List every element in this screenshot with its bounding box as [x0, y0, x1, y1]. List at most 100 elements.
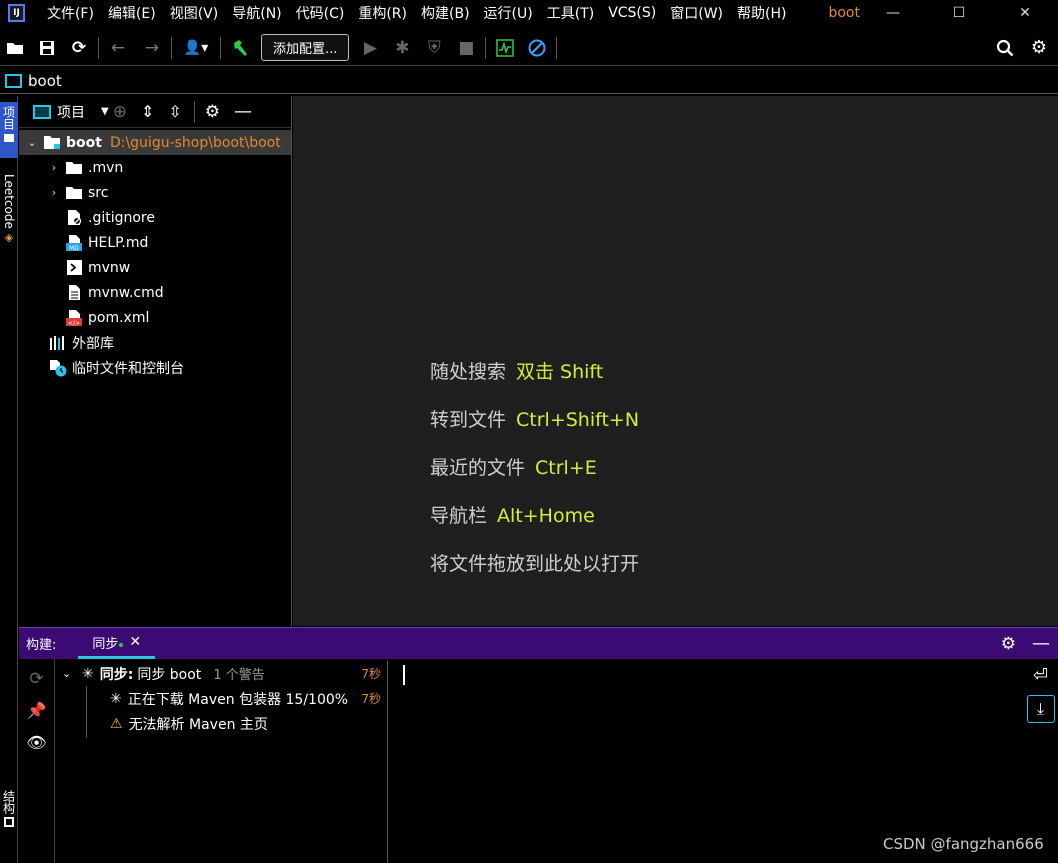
tree-item-external-libraries[interactable]: 外部库 — [19, 330, 291, 355]
tree-item-label: mvnw.cmd — [88, 284, 164, 301]
collapse-all-icon[interactable]: ⇳ — [168, 102, 181, 121]
tree-item-label: mvnw — [88, 259, 131, 276]
tree-item-label: src — [88, 184, 109, 201]
tree-item-mvnw[interactable]: mvnw — [19, 255, 291, 280]
menu-build[interactable]: 构建(B) — [421, 3, 470, 23]
coverage-icon[interactable]: ⛨ — [421, 35, 447, 61]
leetcode-tab-label: Leetcode — [2, 174, 16, 229]
scroll-to-end-icon[interactable]: ⤓ — [1026, 695, 1055, 723]
rerun-icon[interactable]: ⟳ — [29, 669, 43, 701]
app-logo-icon: IJ — [8, 4, 25, 22]
tree-item-pom-xml[interactable]: </> pom.xml — [19, 305, 291, 330]
warning-triangle-icon: ⚠ — [110, 715, 123, 732]
menu-edit[interactable]: 编辑(E) — [108, 3, 156, 23]
chevron-right-icon[interactable]: › — [47, 186, 61, 199]
menu-file[interactable]: 文件(F) — [47, 3, 94, 23]
forward-arrow-icon[interactable]: → — [139, 35, 165, 61]
chevron-down-icon[interactable]: ⌄ — [25, 136, 39, 149]
chevron-down-icon[interactable]: ⌄ — [62, 667, 76, 680]
download-row[interactable]: ✳ 正在下载 Maven 包装器 15/100% 7秒 — [56, 686, 387, 711]
stop-icon[interactable]: ■ — [453, 35, 479, 61]
search-icon[interactable] — [992, 35, 1018, 61]
menu-code[interactable]: 代码(C) — [296, 3, 345, 23]
build-hammer-icon[interactable] — [227, 35, 253, 61]
left-tool-strip: 项目 Leetcode ◈ 结构 — [0, 96, 18, 863]
toolbar-separator — [98, 36, 99, 59]
main-toolbar: ⟳ ← → 👤▾ 添加配置... ▶ ✱ ⛨ ■ ⚙ — [0, 30, 1058, 66]
close-tab-icon[interactable]: ✕ — [129, 634, 141, 650]
tree-item-mvn[interactable]: › .mvn — [19, 155, 291, 180]
warning-row[interactable]: ⚠ 无法解析 Maven 主页 — [56, 711, 387, 736]
menu-window[interactable]: 窗口(W) — [670, 3, 723, 23]
open-folder-icon[interactable] — [2, 35, 28, 61]
close-window-button[interactable]: ✕ — [992, 5, 1058, 21]
panel-hide-icon[interactable]: — — [234, 101, 252, 122]
profiler-icon[interactable] — [492, 35, 518, 61]
back-arrow-icon[interactable]: ← — [105, 35, 131, 61]
toolbar-separator — [220, 36, 221, 59]
warning-count: 1 个警告 — [213, 668, 265, 683]
svg-text:MD: MD — [69, 245, 79, 251]
tree-item-label: .gitignore — [88, 209, 155, 226]
refresh-icon[interactable]: ⟳ — [66, 35, 92, 61]
sync-bold-label: 同步: — [99, 666, 134, 683]
libraries-icon — [49, 334, 67, 352]
menu-run[interactable]: 运行(U) — [484, 3, 533, 23]
user-dropdown-icon[interactable]: 👤▾ — [178, 35, 214, 61]
tree-item-help-md[interactable]: MD HELP.md — [19, 230, 291, 255]
soft-wrap-icon[interactable]: ⏎ — [1033, 665, 1048, 695]
breadcrumb-project[interactable]: boot — [28, 72, 62, 90]
pin-icon[interactable]: 📌 — [27, 701, 47, 733]
navigation-bar: boot — [0, 68, 1058, 94]
hint-shortcut: Alt+Home — [497, 505, 595, 527]
settings-gear-icon[interactable]: ⚙ — [1026, 35, 1052, 61]
sync-root-row[interactable]: ⌄ ✳ 同步: 同步 boot 1 个警告 7秒 — [56, 661, 387, 686]
leetcode-icon: ◈ — [4, 230, 14, 244]
menu-view[interactable]: 视图(V) — [170, 3, 219, 23]
run-icon[interactable]: ▶ — [357, 35, 383, 61]
module-folder-icon — [43, 134, 61, 152]
save-icon[interactable] — [34, 35, 60, 61]
project-view-selector[interactable]: 项目 — [57, 102, 85, 122]
tree-item-scratches[interactable]: 临时文件和控制台 — [19, 355, 291, 380]
build-panel-body: ⟳ 📌 👁 ⌄ ✳ 同步: 同步 boot 1 个警告 7秒 ✳ 正在下载 Ma… — [19, 659, 1058, 863]
structure-icon — [4, 817, 14, 827]
tree-item-src[interactable]: › src — [19, 180, 291, 205]
root-name: boot — [66, 134, 102, 151]
build-hide-icon[interactable]: — — [1032, 633, 1050, 654]
chevron-right-icon[interactable]: › — [47, 161, 61, 174]
view-dropdown-icon[interactable]: ▼ — [101, 106, 109, 117]
maximize-button[interactable]: ☐ — [926, 5, 992, 21]
menu-refactor[interactable]: 重构(R) — [358, 3, 407, 23]
menu-navigate[interactable]: 导航(N) — [232, 3, 281, 23]
panel-settings-gear-icon[interactable]: ⚙ — [205, 102, 220, 122]
editor-empty-area[interactable]: 随处搜索 双击 Shift 转到文件 Ctrl+Shift+N 最近的文件 Ctrl+… — [293, 96, 1058, 626]
hint-label: 最近的文件 — [430, 457, 526, 479]
sync-tree: ⌄ ✳ 同步: 同步 boot 1 个警告 7秒 ✳ 正在下载 Maven 包装… — [56, 661, 388, 863]
menu-vcs[interactable]: VCS(S) — [608, 5, 656, 21]
minimize-button[interactable]: — — [860, 5, 926, 21]
tree-root-row[interactable]: ⌄ boot D:\guigu-shop\boot\boot — [19, 130, 291, 155]
locate-target-icon[interactable]: ⊕ — [113, 102, 127, 122]
leetcode-tool-tab[interactable]: Leetcode ◈ — [0, 174, 18, 244]
build-console[interactable] — [389, 659, 1019, 863]
expand-all-icon[interactable]: ⇕ — [141, 102, 154, 121]
tree-item-mvnw-cmd[interactable]: mvnw.cmd — [19, 280, 291, 305]
hint-label: 转到文件 — [430, 409, 507, 431]
tab-sync[interactable]: 同步 ✕ — [78, 628, 156, 659]
debug-icon[interactable]: ✱ — [389, 35, 415, 61]
folder-icon — [65, 159, 83, 177]
project-tool-tab[interactable]: 项目 — [0, 102, 18, 158]
eye-icon[interactable]: 👁 — [26, 733, 46, 765]
menu-help[interactable]: 帮助(H) — [737, 3, 786, 23]
text-file-icon — [65, 284, 83, 302]
tree-item-gitignore[interactable]: .gitignore — [19, 205, 291, 230]
structure-tool-tab[interactable]: 结构 — [0, 790, 18, 827]
menu-tools[interactable]: 工具(T) — [547, 3, 594, 23]
disable-icon[interactable] — [524, 35, 550, 61]
toolbar-separator — [556, 36, 558, 59]
text-cursor — [403, 665, 405, 685]
add-configuration-button[interactable]: 添加配置... — [261, 34, 350, 61]
build-settings-gear-icon[interactable]: ⚙ — [1001, 634, 1016, 654]
svg-text:</>: </> — [68, 320, 80, 326]
